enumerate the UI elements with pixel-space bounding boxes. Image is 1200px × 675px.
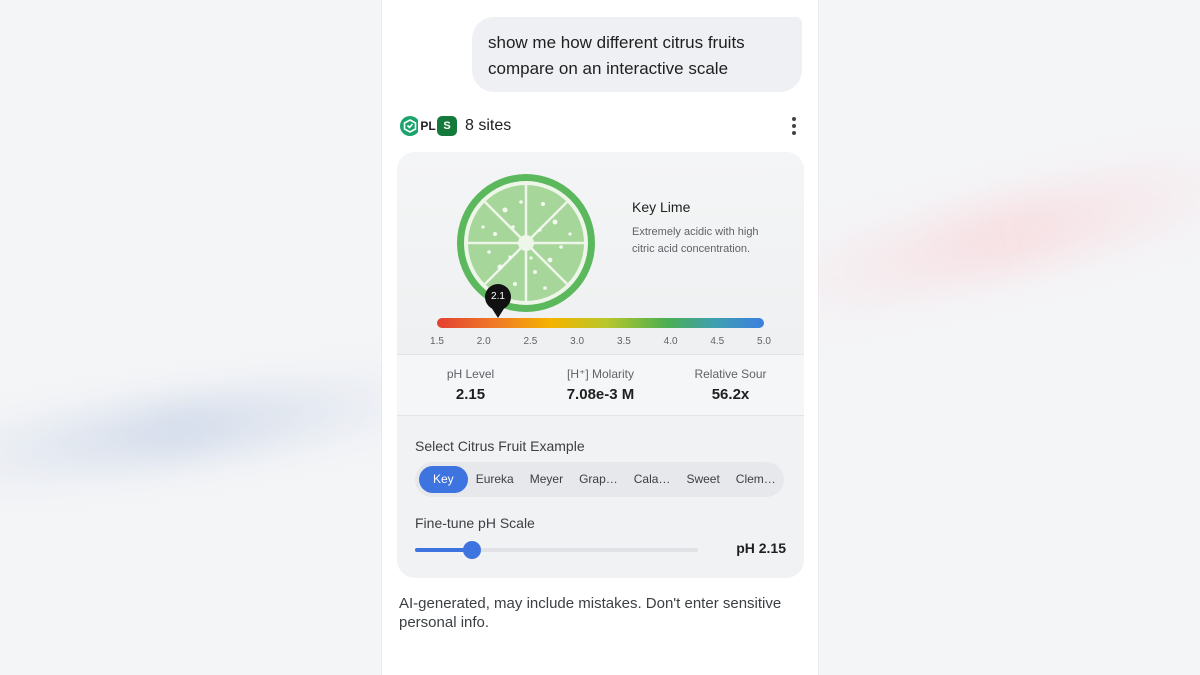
tick-label: 3.0 xyxy=(570,336,585,347)
chip-clementine[interactable]: Clem… xyxy=(728,466,784,493)
brainly-icon xyxy=(400,116,420,136)
fruit-chip-group: Key Eureka Meyer Grap… Cala… Sweet Clem… xyxy=(415,462,784,497)
pl-logo-icon: PL xyxy=(418,116,438,136)
fruit-description: Extremely acidic with high citric acid c… xyxy=(632,226,759,255)
stat-value: 2.15 xyxy=(455,386,486,403)
tick-label: 2.5 xyxy=(523,336,538,347)
more-vert-icon[interactable] xyxy=(784,113,804,139)
select-fruit-heading: Select Citrus Fruit Example xyxy=(415,438,585,454)
background-streak xyxy=(758,140,1200,330)
tick-label: 2.0 xyxy=(476,336,491,347)
tick-label: 1.5 xyxy=(430,336,444,347)
chip-meyer[interactable]: Meyer xyxy=(522,466,571,493)
stats-row: pH Level 2.15 [H⁺] Molarity 7.08e-3 M Re… xyxy=(397,354,804,416)
ph-gradient-bar[interactable] xyxy=(437,318,764,328)
user-message-text: show me how different citrus fruits comp… xyxy=(488,33,745,78)
ph-readout: pH 2.15 xyxy=(736,540,786,556)
finetune-heading: Fine-tune pH Scale xyxy=(415,515,535,531)
chip-calamansi[interactable]: Cala… xyxy=(626,466,679,493)
sources-count[interactable]: 8 sites xyxy=(465,117,511,135)
user-message-bubble: show me how different citrus fruits comp… xyxy=(472,17,802,92)
tick-label: 5.0 xyxy=(757,336,771,347)
citrus-ph-widget: Key Lime Extremely acidic with high citr… xyxy=(397,152,804,578)
stat-label: [H⁺] Molarity xyxy=(566,367,634,381)
stat-value: 56.2x xyxy=(711,386,750,403)
stat-ph-level: pH Level 2.15 xyxy=(403,367,538,403)
key-lime-illustration xyxy=(457,174,595,312)
ph-marker: 2.1 xyxy=(484,283,512,319)
ph-tick-labels: 1.5 2.0 2.5 3.0 3.5 4.0 4.5 5.0 xyxy=(423,336,780,350)
chip-key[interactable]: Key xyxy=(419,466,468,493)
chip-grapefruit[interactable]: Grap… xyxy=(571,466,626,493)
stat-label: pH Level xyxy=(446,367,495,381)
chip-eureka[interactable]: Eureka xyxy=(468,466,522,493)
ph-marker-label: 2.1 xyxy=(491,291,505,302)
tick-label: 4.0 xyxy=(663,336,678,347)
chat-panel: show me how different citrus fruits comp… xyxy=(382,0,818,675)
fruit-visual-area: Key Lime Extremely acidic with high citr… xyxy=(397,152,804,354)
chip-sweet[interactable]: Sweet xyxy=(678,466,727,493)
sources-row[interactable]: PL S 8 sites xyxy=(400,113,804,139)
fruit-name: Key Lime xyxy=(632,199,691,215)
ph-slider[interactable] xyxy=(415,541,698,559)
stat-value: 7.08e-3 M xyxy=(566,386,635,403)
slider-thumb[interactable] xyxy=(462,541,481,559)
ai-disclaimer: AI-generated, may include mistakes. Don'… xyxy=(399,595,782,631)
tick-label: 3.5 xyxy=(616,336,631,347)
background-streak xyxy=(0,364,442,496)
study-icon: S xyxy=(437,116,457,136)
stat-label: Relative Sour xyxy=(694,367,767,381)
stat-relative-sour: Relative Sour 56.2x xyxy=(663,367,798,403)
tick-label: 4.5 xyxy=(710,336,725,347)
stat-molarity: [H⁺] Molarity 7.08e-3 M xyxy=(533,367,668,403)
